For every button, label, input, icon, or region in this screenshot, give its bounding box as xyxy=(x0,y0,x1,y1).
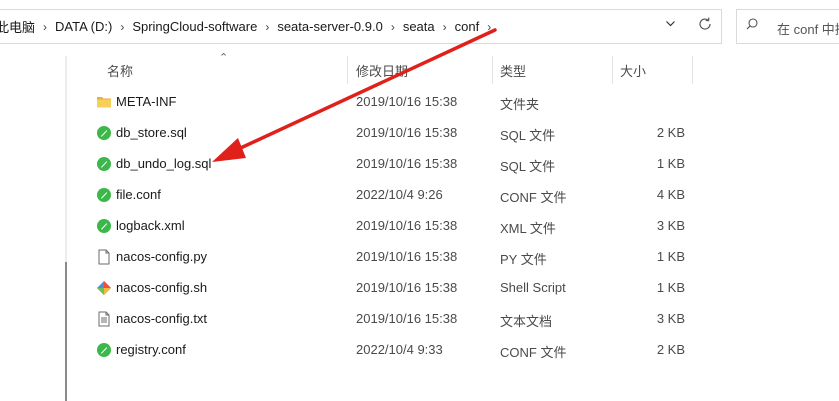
editor-file-icon xyxy=(97,126,111,140)
vertical-scrollbar-thumb[interactable] xyxy=(65,262,67,401)
chevron-right-icon[interactable]: › xyxy=(439,20,451,34)
chevron-right-icon[interactable]: › xyxy=(261,20,273,34)
file-type: PY 文件 xyxy=(500,252,547,267)
column-divider[interactable] xyxy=(347,56,348,84)
column-header-date[interactable]: 修改日期 xyxy=(356,56,492,84)
file-name: META-INF xyxy=(116,94,177,109)
column-divider[interactable] xyxy=(492,56,493,84)
breadcrumb: 此电脑 › DATA (D:) › SpringCloud-software ›… xyxy=(0,10,495,43)
file-size: 2 KB xyxy=(656,342,685,357)
file-name: nacos-config.py xyxy=(116,249,208,264)
file-size: 4 KB xyxy=(656,187,685,202)
search-box[interactable]: 在 conf 中搜 xyxy=(736,9,839,44)
file-date: 2019/10/16 15:38 xyxy=(356,280,458,295)
breadcrumb-seata-server[interactable]: seata-server-0.9.0 xyxy=(273,19,387,34)
file-name: db_store.sql xyxy=(116,125,187,140)
git-shell-icon xyxy=(97,281,111,295)
file-name: file.conf xyxy=(116,187,161,202)
file-row[interactable]: db_store.sql 2019/10/16 15:38 SQL 文件 2 K… xyxy=(90,117,700,148)
column-header-type-label: 类型 xyxy=(500,63,527,79)
file-row[interactable]: registry.conf 2022/10/4 9:33 CONF 文件 2 K… xyxy=(90,334,700,365)
file-row[interactable]: file.conf 2022/10/4 9:26 CONF 文件 4 KB xyxy=(90,179,700,210)
editor-file-icon xyxy=(97,157,111,171)
chevron-right-icon[interactable]: › xyxy=(116,20,128,34)
file-type: SQL 文件 xyxy=(500,159,556,174)
column-header-name-label: 名称 xyxy=(107,63,134,79)
editor-file-icon xyxy=(97,343,111,357)
column-header-name[interactable]: 名称 xyxy=(107,56,347,84)
breadcrumb-seata[interactable]: seata xyxy=(399,19,439,34)
file-size: 2 KB xyxy=(656,125,685,140)
column-divider[interactable] xyxy=(612,56,613,84)
chevron-down-icon[interactable] xyxy=(665,18,676,32)
file-size: 1 KB xyxy=(656,249,685,264)
file-date: 2019/10/16 15:38 xyxy=(356,311,458,326)
folder-icon xyxy=(97,97,111,108)
file-size: 3 KB xyxy=(656,311,685,326)
file-name: nacos-config.txt xyxy=(116,311,208,326)
file-size: 1 KB xyxy=(656,280,685,295)
blank-file-icon xyxy=(98,249,110,265)
refresh-icon[interactable] xyxy=(697,16,713,37)
column-header-date-label: 修改日期 xyxy=(356,63,409,79)
file-date: 2019/10/16 15:38 xyxy=(356,249,458,264)
file-name: nacos-config.sh xyxy=(116,280,208,295)
column-header-size-label: 大小 xyxy=(620,63,647,79)
file-date: 2022/10/4 9:33 xyxy=(356,342,443,357)
file-date: 2022/10/4 9:26 xyxy=(356,187,443,202)
breadcrumb-data-drive[interactable]: DATA (D:) xyxy=(51,19,116,34)
file-name: db_undo_log.sql xyxy=(116,156,212,171)
file-row[interactable]: nacos-config.sh 2019/10/16 15:38 Shell S… xyxy=(90,272,700,303)
file-size: 3 KB xyxy=(656,218,685,233)
column-header-type[interactable]: 类型 xyxy=(500,56,612,84)
file-row[interactable]: db_undo_log.sql 2019/10/16 15:38 SQL 文件 … xyxy=(90,148,700,179)
chevron-right-icon[interactable]: › xyxy=(483,20,495,34)
file-type: Shell Script xyxy=(500,280,566,295)
file-name: registry.conf xyxy=(116,342,186,357)
file-date: 2019/10/16 15:38 xyxy=(356,218,458,233)
file-type: CONF 文件 xyxy=(500,190,567,205)
breadcrumb-conf[interactable]: conf xyxy=(451,19,484,34)
chevron-right-icon[interactable]: › xyxy=(387,20,399,34)
file-type: CONF 文件 xyxy=(500,345,567,360)
file-row[interactable]: logback.xml 2019/10/16 15:38 XML 文件 3 KB xyxy=(90,210,700,241)
file-row[interactable]: META-INF 2019/10/16 15:38 文件夹 xyxy=(90,86,700,117)
file-row[interactable]: nacos-config.txt 2019/10/16 15:38 文本文档 3… xyxy=(90,303,700,334)
file-name: logback.xml xyxy=(116,218,185,233)
search-input[interactable]: 在 conf 中搜 xyxy=(777,19,839,38)
file-type: SQL 文件 xyxy=(500,128,556,143)
file-type: 文件夹 xyxy=(500,97,540,112)
editor-file-icon xyxy=(97,188,111,202)
column-header-size[interactable]: 大小 xyxy=(620,56,692,84)
breadcrumb-this-pc[interactable]: 此电脑 xyxy=(0,17,39,36)
breadcrumb-springcloud[interactable]: SpringCloud-software xyxy=(128,19,261,34)
file-size: 1 KB xyxy=(656,156,685,171)
file-date: 2019/10/16 15:38 xyxy=(356,156,458,171)
file-type: 文本文档 xyxy=(500,314,553,329)
address-bar[interactable]: 此电脑 › DATA (D:) › SpringCloud-software ›… xyxy=(0,9,722,44)
search-icon xyxy=(746,18,758,30)
column-divider[interactable] xyxy=(692,56,693,84)
file-date: 2019/10/16 15:38 xyxy=(356,94,458,109)
file-date: 2019/10/16 15:38 xyxy=(356,125,458,140)
file-row[interactable]: nacos-config.py 2019/10/16 15:38 PY 文件 1… xyxy=(90,241,700,272)
text-file-icon xyxy=(98,311,110,327)
chevron-right-icon[interactable]: › xyxy=(39,20,51,34)
editor-file-icon xyxy=(97,219,111,233)
file-type: XML 文件 xyxy=(500,221,556,236)
